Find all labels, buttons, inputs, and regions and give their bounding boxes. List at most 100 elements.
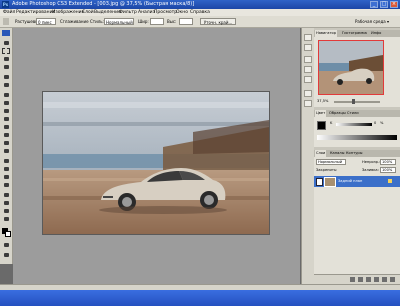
crop-tool-icon[interactable] — [2, 74, 10, 80]
menu-help[interactable]: Справка — [190, 9, 210, 16]
height-label: Выс: — [167, 19, 177, 24]
background-color-swatch[interactable] — [5, 231, 11, 237]
lock-label: Закрепить: — [316, 168, 338, 172]
quick-mask-icon[interactable] — [2, 242, 10, 248]
close-button[interactable]: × — [390, 1, 398, 8]
marquee-tool-icon[interactable] — [2, 48, 10, 54]
add-mask-icon[interactable] — [366, 277, 371, 282]
antialias-checkbox-label[interactable]: Сглаживание — [60, 18, 89, 25]
screen-mode-icon[interactable] — [2, 252, 10, 258]
notes-tool-icon[interactable] — [2, 192, 10, 198]
feather-input[interactable]: 0 пикс — [36, 18, 56, 25]
refine-edge-button[interactable]: Уточн. край... — [200, 18, 236, 25]
tab-paths[interactable]: Контуры — [345, 150, 363, 157]
width-input[interactable] — [150, 18, 164, 25]
ps-logo-icon — [2, 30, 10, 36]
path-selection-tool-icon[interactable] — [2, 174, 10, 180]
layer-row-background[interactable]: Задний план — [314, 176, 400, 187]
trash-icon[interactable] — [390, 277, 395, 282]
adjustment-layer-icon[interactable] — [374, 277, 379, 282]
opacity-input[interactable]: 100% — [380, 159, 396, 165]
navigator-view-box[interactable] — [318, 40, 384, 95]
pen-tool-icon[interactable] — [2, 158, 10, 164]
marquee-tool-preset-icon[interactable] — [3, 18, 9, 25]
menu-view[interactable]: Просмотр — [154, 9, 177, 16]
tab-histogram[interactable]: Гистограмма — [341, 30, 368, 37]
menu-bar: Файл Редактирование Изображение Слой Выд… — [0, 9, 400, 16]
menu-window[interactable]: Окно — [176, 9, 188, 16]
dodge-tool-icon[interactable] — [2, 148, 10, 154]
gradient-tool-icon[interactable] — [2, 132, 10, 138]
photoshop-logo-icon: Ps — [2, 1, 9, 8]
workspace-menu[interactable]: Рабочая среда ▾ — [355, 18, 389, 25]
hand-tool-icon[interactable] — [2, 208, 10, 214]
tab-navigator[interactable]: Навигатор — [315, 30, 338, 37]
blend-mode-select[interactable]: Нормальный — [316, 159, 346, 165]
width-label: Шир: — [138, 19, 149, 24]
color-ramp[interactable] — [317, 135, 397, 140]
menu-filter[interactable]: Фильтр — [119, 9, 137, 16]
menu-file[interactable]: Файл — [3, 9, 15, 16]
layers-tabs: Слои Каналы Контуры — [314, 150, 400, 157]
actions-panel-icon[interactable] — [304, 44, 312, 51]
layer-style-icon[interactable] — [358, 277, 363, 282]
menu-analysis[interactable]: Анализ — [138, 9, 155, 16]
tab-channels[interactable]: Каналы — [329, 150, 345, 157]
type-tool-icon[interactable] — [2, 166, 10, 172]
tab-color[interactable]: Цвет — [315, 110, 327, 117]
maximize-button[interactable]: □ — [380, 1, 388, 8]
layer-name[interactable]: Задний план — [338, 179, 362, 183]
clone-stamp-tool-icon[interactable] — [2, 108, 10, 114]
link-layers-icon[interactable] — [350, 277, 355, 282]
layers-footer — [314, 274, 400, 284]
move-tool-icon[interactable] — [2, 40, 10, 46]
brush-tool-icon[interactable] — [2, 100, 10, 106]
zoom-tool-icon[interactable] — [2, 216, 10, 222]
character-panel-icon[interactable] — [304, 90, 312, 97]
history-brush-tool-icon[interactable] — [2, 116, 10, 122]
menu-select[interactable]: Выделение — [94, 9, 121, 16]
tab-styles[interactable]: Стили — [346, 110, 360, 117]
lasso-tool-icon[interactable] — [2, 56, 10, 62]
shape-tool-icon[interactable] — [2, 182, 10, 188]
tab-layers[interactable]: Слои — [315, 150, 327, 157]
color-unit: % — [380, 121, 384, 125]
navigator-panel: 37,5% — [314, 37, 400, 107]
paragraph-panel-icon[interactable] — [304, 100, 312, 107]
navigator-thumbnail — [319, 41, 383, 94]
panels-dock: Навигатор Гистограмма Инфо 37,5% Цвет Об… — [314, 28, 400, 284]
navigator-zoom-slider[interactable] — [334, 101, 380, 103]
layer-visibility-eye-icon[interactable] — [316, 178, 323, 186]
menu-edit[interactable]: Редактирование — [16, 9, 55, 16]
color-foreground-swatch[interactable] — [317, 121, 326, 130]
tab-swatches[interactable]: Образцы — [328, 110, 347, 117]
tools-panel — [0, 28, 13, 264]
window-title: Adobe Photoshop CS3 Extended - [003.jpg … — [12, 1, 195, 7]
style-select[interactable]: Нормальный — [104, 18, 134, 25]
height-input[interactable] — [179, 18, 193, 25]
navigator-zoom-value[interactable]: 37,5% — [317, 99, 328, 103]
color-panel: K 0 % — [314, 117, 400, 147]
color-slider[interactable] — [336, 123, 372, 126]
options-bar: Растушевка: 0 пикс Сглаживание Стиль: Но… — [0, 16, 400, 28]
history-panel-icon[interactable] — [304, 34, 312, 41]
menu-image[interactable]: Изображение — [52, 9, 84, 16]
tool-presets-icon[interactable] — [304, 66, 312, 73]
slice-tool-icon[interactable] — [2, 82, 10, 88]
healing-brush-tool-icon[interactable] — [2, 92, 10, 98]
new-layer-icon[interactable] — [382, 277, 387, 282]
eyedropper-tool-icon[interactable] — [2, 200, 10, 206]
minimize-button[interactable]: _ — [370, 1, 378, 8]
brushes-panel-icon[interactable] — [304, 56, 312, 63]
magic-wand-tool-icon[interactable] — [2, 64, 10, 70]
eraser-tool-icon[interactable] — [2, 124, 10, 130]
blur-tool-icon[interactable] — [2, 140, 10, 146]
color-value[interactable]: 0 — [374, 121, 376, 125]
clone-source-icon[interactable] — [304, 76, 312, 83]
layer-lock-icon — [388, 179, 392, 183]
menu-layer[interactable]: Слой — [82, 9, 94, 16]
fill-input[interactable]: 100% — [380, 167, 396, 173]
tab-info[interactable]: Инфо — [370, 30, 382, 37]
navigator-slider-thumb[interactable] — [352, 99, 355, 104]
document-canvas[interactable] — [42, 91, 270, 235]
